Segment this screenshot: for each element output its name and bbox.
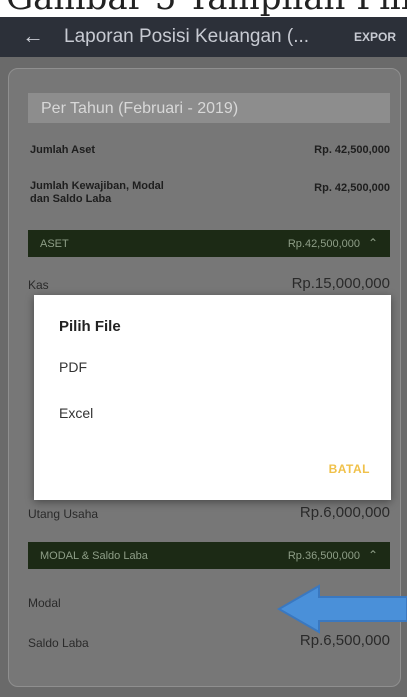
total-assets-value: Rp. 42,500,000: [314, 144, 390, 156]
chevron-up-icon[interactable]: ⌃: [368, 236, 378, 250]
asset-section-total: Rp.42,500,000: [287, 238, 360, 250]
payable-value: Rp.6,000,000: [299, 504, 390, 521]
cash-value: Rp.15,000,000: [291, 275, 390, 292]
pointer-arrow-icon: [277, 584, 407, 634]
period-selector[interactable]: Per Tahun (Februari - 2019): [28, 93, 390, 123]
option-pdf[interactable]: PDF: [59, 359, 87, 375]
cancel-button[interactable]: BATAL: [329, 462, 370, 476]
caption-text: Gambar 5 Tampilan Pilih Export: [6, 0, 407, 17]
app-bar: ← Laporan Posisi Keuangan (... EXPOR: [0, 17, 407, 57]
total-liabilities-label-line2: dan Saldo Laba: [30, 193, 112, 205]
chevron-up-icon[interactable]: ⌃: [368, 548, 378, 562]
cash-label: Kas: [28, 278, 49, 292]
asset-section-name: ASET: [40, 238, 69, 250]
option-excel[interactable]: Excel: [59, 405, 93, 421]
caption-strip: Gambar 5 Tampilan Pilih Export: [0, 0, 407, 17]
total-assets-label: Jumlah Aset: [30, 144, 96, 156]
total-liabilities-value: Rp. 42,500,000: [314, 182, 390, 194]
dialog-title: Pilih File: [59, 318, 121, 335]
page-title: Laporan Posisi Keuangan (...: [64, 26, 310, 47]
equity-section-header[interactable]: MODAL & Saldo Laba Rp.36,500,000 ⌃: [28, 542, 390, 569]
equity-section-name: MODAL & Saldo Laba: [40, 550, 148, 562]
payable-label: Utang Usaha: [28, 507, 99, 521]
export-button[interactable]: EXPOR: [354, 30, 396, 44]
export-dialog: Pilih File PDF Excel BATAL: [34, 295, 391, 500]
arrow-left-icon[interactable]: ←: [22, 23, 44, 49]
equity-section-total: Rp.36,500,000: [287, 550, 360, 562]
retained-earnings-value: Rp.6,500,000: [299, 632, 390, 649]
capital-label: Modal: [28, 596, 61, 610]
asset-section-header[interactable]: ASET Rp.42,500,000 ⌃: [28, 230, 390, 257]
retained-earnings-label: Saldo Laba: [28, 636, 89, 650]
total-liabilities-label-line1: Jumlah Kewajiban, Modal: [30, 180, 164, 192]
period-label: Per Tahun (Februari - 2019): [41, 100, 239, 117]
